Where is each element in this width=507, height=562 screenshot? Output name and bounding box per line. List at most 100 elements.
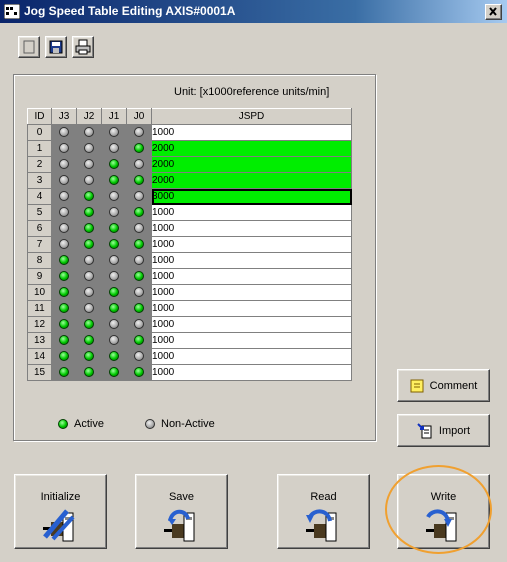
j0-cell — [126, 124, 152, 141]
j1-cell — [101, 172, 127, 189]
row-id: 15 — [27, 364, 52, 381]
table-row[interactable]: 4 3000 — [27, 188, 352, 205]
jspd-cell[interactable]: 1000 — [151, 268, 352, 285]
jspd-cell[interactable]: 1000 — [151, 124, 352, 141]
j2-cell — [76, 124, 102, 141]
table-row[interactable]: 8 1000 — [27, 252, 352, 269]
inactive-led-icon — [84, 175, 94, 186]
j1-cell — [101, 188, 127, 205]
jspd-cell[interactable]: 1000 — [151, 332, 352, 349]
active-led-icon — [59, 335, 69, 346]
j0-cell — [126, 236, 152, 253]
table-row[interactable]: 15 1000 — [27, 364, 352, 381]
comment-button[interactable]: Comment — [397, 369, 490, 402]
table-row[interactable]: 13 1000 — [27, 332, 352, 349]
table-row[interactable]: 0 1000 — [27, 124, 352, 141]
j3-cell — [51, 172, 77, 189]
active-led-icon — [84, 319, 94, 330]
import-button[interactable]: Import — [397, 414, 490, 447]
active-led-icon — [59, 303, 69, 314]
active-led-icon — [134, 303, 144, 314]
print-button[interactable] — [72, 36, 94, 58]
jspd-cell[interactable]: 1000 — [151, 252, 352, 269]
row-id: 8 — [27, 252, 52, 269]
jspd-cell[interactable]: 2000 — [151, 156, 352, 173]
app-icon — [4, 4, 20, 19]
jspd-cell[interactable]: 3000 — [151, 188, 352, 205]
row-id: 6 — [27, 220, 52, 237]
j0-cell — [126, 188, 152, 205]
inactive-led-icon — [134, 191, 144, 202]
close-button[interactable] — [485, 4, 502, 20]
inactive-led-icon — [59, 143, 69, 154]
table-row[interactable]: 1 2000 — [27, 140, 352, 157]
row-id: 3 — [27, 172, 52, 189]
active-led-icon — [58, 419, 68, 429]
j1-cell — [101, 300, 127, 317]
table-row[interactable]: 11 1000 — [27, 300, 352, 317]
jspd-cell[interactable]: 1000 — [151, 316, 352, 333]
row-id: 5 — [27, 204, 52, 221]
jspd-cell[interactable]: 1000 — [151, 220, 352, 237]
inactive-led-icon — [109, 335, 119, 346]
inactive-led-icon — [59, 191, 69, 202]
jspd-cell[interactable]: 1000 — [151, 300, 352, 317]
j3-cell — [51, 348, 77, 365]
legend-inactive: Non-Active — [145, 418, 215, 430]
table-row[interactable]: 5 1000 — [27, 204, 352, 221]
inactive-led-icon — [84, 143, 94, 154]
jspd-cell[interactable]: 1000 — [151, 204, 352, 221]
inactive-led-icon — [59, 127, 69, 138]
jspd-cell[interactable]: 2000 — [151, 172, 352, 189]
table-row[interactable]: 7 1000 — [27, 236, 352, 253]
read-button[interactable]: Read — [277, 474, 370, 549]
row-id: 14 — [27, 348, 52, 365]
jspd-cell[interactable]: 1000 — [151, 364, 352, 381]
save-file-button[interactable] — [45, 36, 67, 58]
j2-cell — [76, 188, 102, 205]
write-button[interactable]: Write — [397, 474, 490, 549]
jspd-cell[interactable]: 1000 — [151, 284, 352, 301]
table-row[interactable]: 9 1000 — [27, 268, 352, 285]
active-led-icon — [109, 351, 119, 362]
table-row[interactable]: 10 1000 — [27, 284, 352, 301]
j1-cell — [101, 268, 127, 285]
write-label: Write — [430, 491, 457, 503]
table-row[interactable]: 14 1000 — [27, 348, 352, 365]
read-icon — [306, 509, 337, 542]
inactive-led-icon — [84, 271, 94, 282]
active-led-icon — [109, 159, 119, 170]
active-led-icon — [84, 191, 94, 202]
initialize-icon — [43, 509, 75, 542]
jspd-cell[interactable]: 2000 — [151, 140, 352, 157]
new-button[interactable] — [18, 36, 40, 58]
table-row[interactable]: 6 1000 — [27, 220, 352, 237]
jspd-cell[interactable]: 1000 — [151, 236, 352, 253]
inactive-led-icon — [134, 287, 144, 298]
header-j3: J3 — [51, 108, 77, 125]
j3-cell — [51, 140, 77, 157]
inactive-led-icon — [134, 351, 144, 362]
active-led-icon — [109, 287, 119, 298]
inactive-led-icon — [134, 159, 144, 170]
table-row[interactable]: 12 1000 — [27, 316, 352, 333]
save-action-button[interactable]: Save — [135, 474, 228, 549]
table-row[interactable]: 2 2000 — [27, 156, 352, 173]
j0-cell — [126, 172, 152, 189]
j3-cell — [51, 364, 77, 381]
table-row[interactable]: 3 2000 — [27, 172, 352, 189]
inactive-led-icon — [109, 191, 119, 202]
jspd-cell[interactable]: 1000 — [151, 348, 352, 365]
j2-cell — [76, 172, 102, 189]
row-id: 2 — [27, 156, 52, 173]
j0-cell — [126, 220, 152, 237]
j0-cell — [126, 268, 152, 285]
active-led-icon — [59, 255, 69, 266]
j3-cell — [51, 236, 77, 253]
j3-cell — [51, 220, 77, 237]
save-label: Save — [168, 491, 195, 503]
active-led-icon — [59, 319, 69, 330]
row-id: 10 — [27, 284, 52, 301]
initialize-button[interactable]: Initialize — [14, 474, 107, 549]
j0-cell — [126, 300, 152, 317]
